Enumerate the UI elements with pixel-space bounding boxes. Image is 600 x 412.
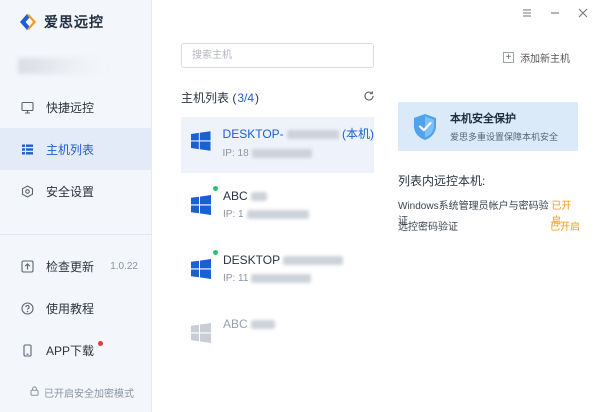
plus-icon: + (503, 52, 514, 63)
host-name: ABC (223, 189, 248, 203)
sidebar: 爱思远控 快捷远控 主机列表 安全设置 检查更新 1.0.22 使用教程 APP… (0, 0, 152, 412)
row-status[interactable]: 已开启 (550, 218, 580, 233)
sidebar-item-host-list[interactable]: 主机列表 (0, 128, 152, 170)
host-item[interactable]: DESKTOP IP: 11 (181, 245, 374, 301)
host-list: DESKTOP- (本机) IP: 18 ABC IP: 1 DESKTOP I… (181, 117, 374, 373)
shield-check-icon (414, 113, 436, 140)
version-label: 1.0.22 (110, 260, 138, 272)
refresh-icon[interactable] (363, 90, 375, 102)
host-item[interactable]: ABC IP: 1 (181, 181, 374, 237)
host-name: DESKTOP- (222, 127, 284, 141)
host-item[interactable]: ABC (181, 309, 374, 365)
host-name: DESKTOP (223, 253, 281, 267)
host-ip: IP: 1 (223, 209, 244, 220)
sidebar-item-check-update[interactable]: 检查更新 1.0.22 (0, 245, 152, 287)
row-label: 远控密码验证 (398, 222, 458, 233)
host-ip: IP: 18 (222, 148, 249, 159)
add-host-label: 添加新主机 (520, 54, 570, 65)
upload-icon (20, 259, 34, 273)
sidebar-item-label: 使用教程 (46, 301, 95, 316)
windows-icon (191, 131, 211, 151)
windows-icon (191, 323, 211, 343)
user-avatar-blurred (18, 58, 106, 74)
sidebar-nav: 快捷远控 主机列表 安全设置 检查更新 1.0.22 使用教程 APP下载 (0, 86, 152, 371)
sidebar-item-security[interactable]: 安全设置 (0, 170, 152, 212)
security-card[interactable]: 本机安全保护 爱思多重设置保障本机安全 (398, 102, 578, 151)
remote-control-title: 列表内远控本机: (398, 174, 486, 188)
notification-badge (98, 340, 104, 346)
divider (0, 234, 152, 235)
minimize-icon[interactable] (548, 6, 562, 20)
sidebar-item-tutorial[interactable]: 使用教程 (0, 287, 152, 329)
online-indicator (213, 250, 218, 255)
windows-icon (191, 195, 211, 215)
lock-icon (30, 386, 39, 399)
help-icon (20, 301, 34, 315)
sidebar-item-label: 检查更新 (46, 259, 95, 274)
sidebar-item-label: 安全设置 (46, 184, 95, 199)
host-item[interactable]: DESKTOP- (本机) IP: 18 (181, 117, 374, 173)
encryption-label: 已开启安全加密模式 (44, 389, 134, 400)
sidebar-item-label: APP下载 (46, 343, 95, 358)
add-host-button[interactable]: + 添加新主机 (503, 50, 570, 65)
host-count: 3/4 (237, 90, 255, 105)
hexagon-settings-icon (20, 184, 34, 198)
close-icon[interactable] (576, 6, 590, 20)
online-indicator (213, 186, 218, 191)
brand: 爱思远控 (18, 12, 104, 32)
phone-icon (20, 343, 34, 357)
logo-icon (20, 14, 36, 30)
encryption-status: 已开启安全加密模式 (30, 385, 134, 400)
list-icon (20, 142, 34, 156)
security-subtitle: 爱思多重设置保障本机安全 (450, 132, 559, 142)
sidebar-item-label: 快捷远控 (46, 100, 95, 115)
window-controls (520, 6, 590, 20)
app-name: 爱思远控 (44, 14, 104, 30)
host-tag: (本机) (342, 127, 374, 141)
search-input[interactable] (181, 43, 374, 68)
windows-icon (191, 259, 211, 279)
sidebar-item-quick-control[interactable]: 快捷远控 (0, 86, 152, 128)
menu-icon[interactable] (520, 6, 534, 20)
host-name: ABC (223, 317, 248, 331)
security-title: 本机安全保护 (450, 113, 516, 125)
sidebar-item-app-download[interactable]: APP下载 (0, 329, 152, 371)
host-ip: IP: 11 (223, 273, 249, 284)
host-list-title: 主机列表 (3/4) (181, 90, 260, 106)
monitor-icon (20, 100, 34, 114)
remote-control-row: 远控密码验证 已开启 (398, 218, 580, 233)
sidebar-item-label: 主机列表 (46, 142, 95, 157)
